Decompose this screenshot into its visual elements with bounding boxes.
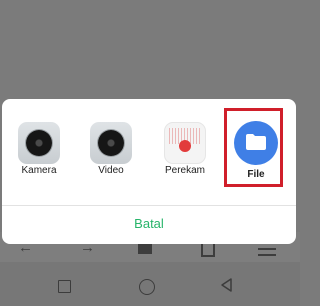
share-sheet: Kamera Video Perekam File Batal [2,99,296,244]
app-option-file[interactable]: File [221,99,291,205]
video-camera-icon [90,122,132,164]
app-label-file: File [247,169,265,180]
home-icon[interactable] [138,244,152,254]
recorder-icon [164,122,206,164]
nav-back-icon[interactable] [219,277,235,293]
cancel-button[interactable]: Batal [2,206,296,244]
folder-icon [234,121,278,165]
recent-apps-icon[interactable] [58,280,71,293]
app-picker-row: Kamera Video Perekam File [2,99,296,205]
home-circle-icon[interactable] [139,279,155,295]
app-label-kamera: Kamera [21,165,57,176]
camera-icon [18,122,60,164]
app-label-video: Video [98,165,124,176]
app-label-perekam: Perekam [164,165,205,176]
app-option-kamera[interactable]: Kamera [4,99,74,205]
system-nav-bar [0,262,300,306]
app-option-video[interactable]: Video [76,99,146,205]
menu-icon[interactable] [258,242,276,260]
app-option-perekam[interactable]: Perekam [150,99,220,205]
